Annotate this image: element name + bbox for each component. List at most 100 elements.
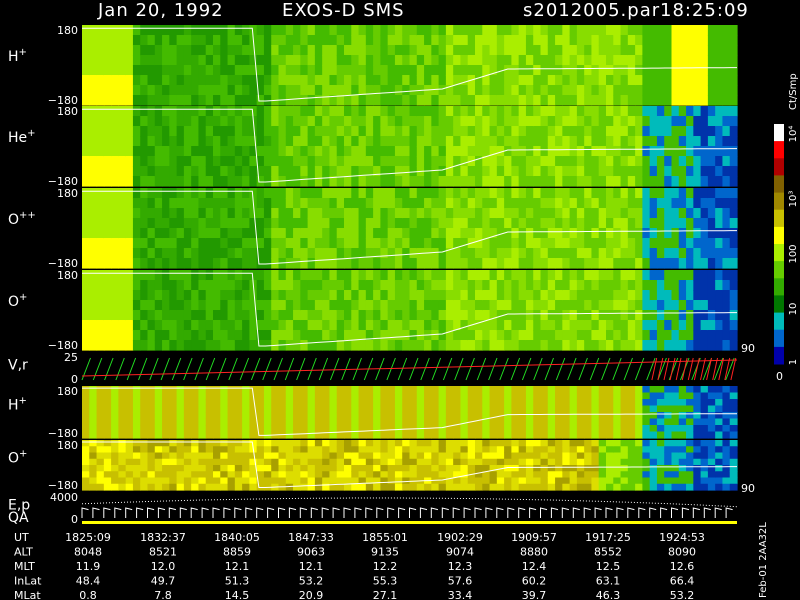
heatmap-cell [686,176,694,187]
heatmap-cell [496,106,505,117]
heatmap-cell [118,270,127,281]
heatmap-cell [635,290,643,301]
heatmap-cell [598,399,607,407]
heatmap-cell [700,45,709,56]
heatmap-cell [111,412,119,420]
heatmap-cell [438,188,447,199]
heatmap-cell [504,440,512,447]
heatmap-cell [234,270,243,281]
heatmap-cell [584,330,593,341]
heatmap-cell [729,75,738,86]
heatmap-cell [132,218,141,229]
heatmap-cell [271,228,280,239]
heatmap-cell [540,392,549,400]
heatmap-cell [511,95,520,106]
heatmap-cell [344,399,352,407]
heatmap-cell [351,146,360,157]
heatmap-cell [132,290,141,301]
heatmap-cell [635,95,643,106]
heatmap-cell [351,156,360,167]
heatmap-cell [198,176,207,187]
heatmap-cell [103,270,112,281]
heatmap-cell [511,218,520,229]
heatmap-cell [620,386,629,394]
heatmap-cell [584,45,593,56]
heatmap-cell [191,75,200,86]
heatmap-cell [147,418,156,426]
heatmap-cell [271,399,280,407]
heatmap-cell [482,425,491,433]
heatmap-cell [715,55,724,66]
heatmap-cell [707,166,716,177]
heatmap-cell [198,198,207,209]
heatmap-cell [409,208,418,219]
heatmap-cell [722,188,731,199]
heatmap-cell [467,55,476,66]
heatmap-cell [576,452,585,460]
heatmap-cell [285,425,294,433]
heatmap-cell [453,126,462,137]
heatmap-cell [620,425,629,433]
heatmap-cell [482,310,491,321]
heatmap-cell [278,65,287,76]
heatmap-cell [111,452,119,460]
heatmap-cell [96,45,105,56]
heatmap-cell [307,418,316,426]
heatmap-cell [314,392,323,400]
heatmap-cell [220,156,229,167]
heatmap-cell [380,340,389,351]
heatmap-cell [387,458,396,466]
heatmap-cell [613,392,622,400]
heatmap-cell [533,412,542,420]
heatmap-cell [715,136,724,147]
heatmap-cell [598,176,607,187]
heatmap-cell [125,65,134,76]
heatmap-cell [307,248,316,259]
heatmap-cell [256,176,265,187]
heatmap-cell [606,405,614,413]
heatmap-cell [606,218,614,229]
heatmap-cell [409,310,418,321]
heatmap-cell [671,116,680,127]
heatmap-cell [176,228,185,239]
footer-cell: 9063 [297,546,325,559]
heatmap-cell [671,471,680,479]
heatmap-cell [729,228,738,239]
heatmap-cell [576,340,585,351]
heatmap-cell [307,208,316,219]
heatmap-cell [351,106,360,117]
heatmap-cell [293,75,301,86]
heatmap-cell [445,270,454,281]
heatmap-cell [402,340,411,351]
heatmap-cell [453,465,462,472]
heatmap-cell [82,248,90,259]
heatmap-cell [213,452,221,460]
heatmap-cell [344,440,352,447]
heatmap-cell [125,418,134,426]
heatmap-cell [729,25,738,36]
heatmap-cell [664,126,673,137]
heatmap-cell [700,55,709,66]
heatmap-cell [118,425,127,433]
heatmap-cell [278,405,287,413]
heatmap-cell [460,320,469,331]
heatmap-cell [598,75,607,86]
heatmap-cell [96,330,105,341]
heatmap-cell [89,280,98,291]
heatmap-cell [394,458,403,466]
heatmap-cell [285,431,294,439]
heatmap-cell [329,126,338,137]
heatmap-cell [256,392,265,400]
heatmap-cell [300,340,309,351]
heatmap-cell [416,386,425,394]
heatmap-cell [111,320,119,331]
heatmap-cell [431,156,440,167]
heatmap-cell [525,188,534,199]
heatmap-cell [533,483,542,491]
heatmap-cell [540,116,549,127]
heatmap-cell [205,340,214,351]
heatmap-cell [394,65,403,76]
heatmap-cell [482,300,491,311]
heatmap-cell [154,258,163,269]
heatmap-cell [598,55,607,66]
